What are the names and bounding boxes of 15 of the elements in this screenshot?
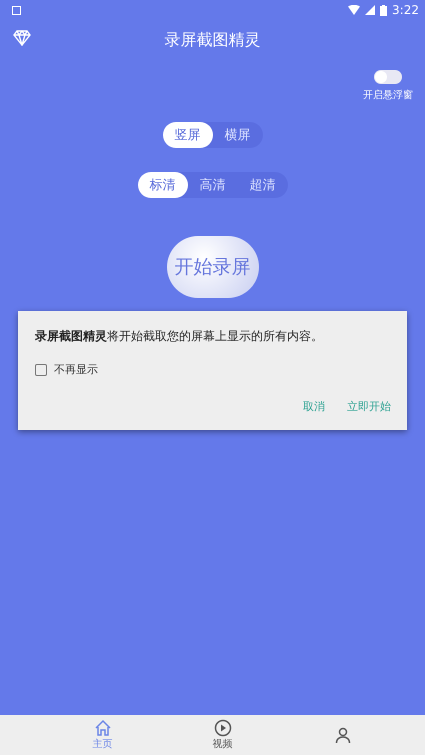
quality-tab[interactable]: 超清 (238, 172, 288, 198)
quality-tab[interactable]: 高清 (188, 172, 238, 198)
start-recording-button[interactable]: 开始录屏 (166, 236, 258, 298)
app-title: 录屏截图精灵 (164, 30, 260, 50)
quality-tab[interactable]: 标清 (138, 172, 188, 198)
orientation-tab[interactable]: 横屏 (212, 122, 262, 148)
dialog-button[interactable]: 取消 (303, 399, 325, 414)
dialog-message: 录屏截图精灵将开始截取您的屏幕上显示的所有内容。 (35, 328, 324, 345)
checkbox-label: 不再显示 (54, 362, 98, 377)
switch-label: 开启悬浮窗 (363, 88, 413, 102)
orientation-tab[interactable]: 竖屏 (162, 122, 212, 148)
dialog-button[interactable]: 立即开始 (347, 399, 391, 414)
clock: 3:22 (392, 3, 419, 17)
nav-tab[interactable]: 主页 (82, 715, 122, 755)
nav-tab[interactable]: 视频 (202, 715, 242, 755)
